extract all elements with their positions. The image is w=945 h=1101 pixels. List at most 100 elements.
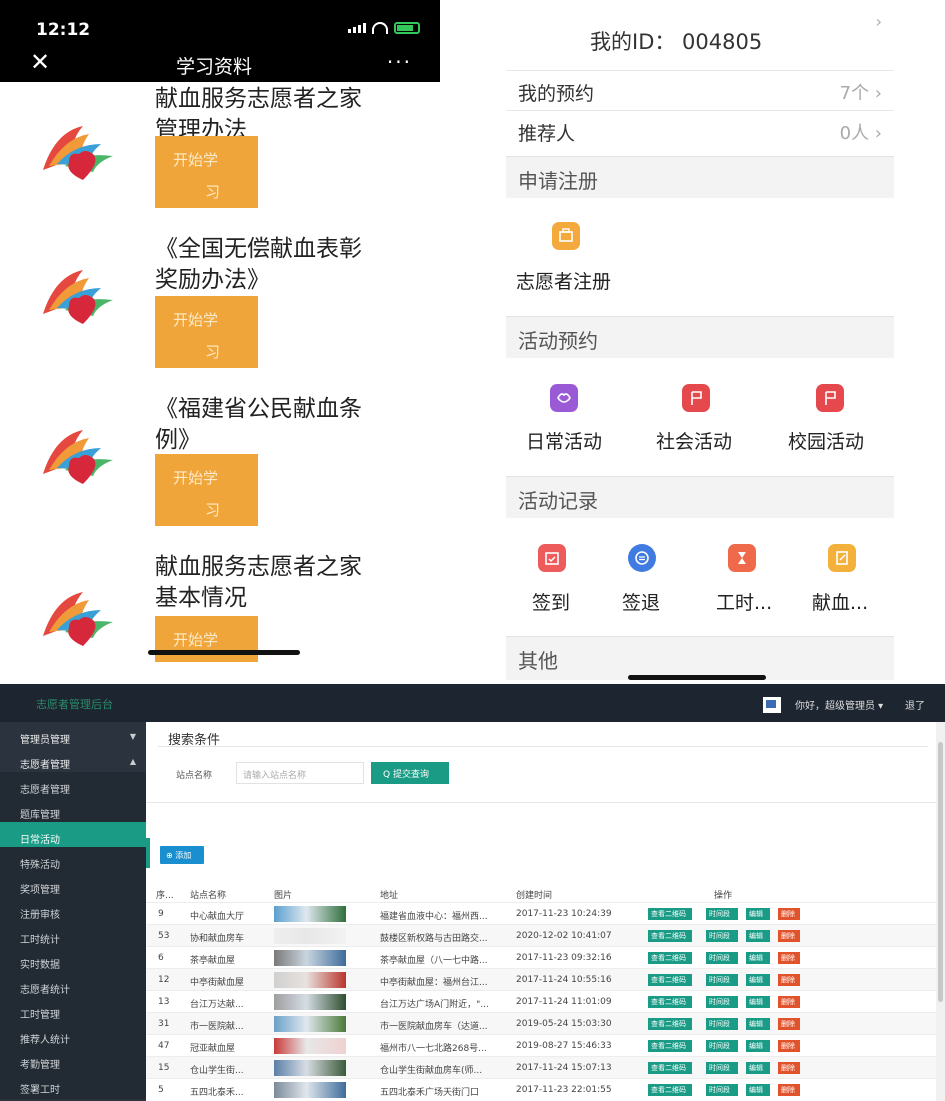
submit-query-button[interactable]: Q 提交查询 <box>371 762 449 784</box>
sidebar-item[interactable]: 特殊活动 <box>0 847 146 874</box>
status-icons <box>348 22 420 34</box>
my-bookings-row[interactable]: 我的预约 7个 › <box>506 70 894 110</box>
flag-icon[interactable] <box>682 384 710 412</box>
start-learning-button[interactable]: 开始学 习 <box>155 454 258 526</box>
sign-in-label[interactable]: 签到 <box>532 588 570 615</box>
sidebar-item[interactable]: 志愿者管理 ▲ <box>0 747 146 774</box>
start-learning-button[interactable]: 开始学 <box>155 616 258 662</box>
view-qr-button[interactable]: 查看二维码 <box>648 908 692 920</box>
delete-button[interactable]: 删除 <box>778 952 800 964</box>
time-slot-button[interactable]: 时间段 <box>706 974 738 986</box>
delete-button[interactable]: 删除 <box>778 930 800 942</box>
sidebar-item[interactable]: 奖项管理 <box>0 872 146 899</box>
time-slot-button[interactable]: 时间段 <box>706 1018 738 1030</box>
edit-button[interactable]: 编辑 <box>746 1040 770 1052</box>
edit-button[interactable]: 编辑 <box>746 1084 770 1096</box>
calendar-check-icon[interactable] <box>538 544 566 572</box>
volunteer-register-label[interactable]: 志愿者注册 <box>516 267 611 294</box>
caret-icon: ▼ <box>129 732 136 741</box>
sidebar-item-label: 工时管理 <box>20 1010 60 1021</box>
delete-button[interactable]: 删除 <box>778 996 800 1008</box>
avatar[interactable] <box>763 697 781 713</box>
time-slot-button[interactable]: 时间段 <box>706 1084 738 1096</box>
edit-button[interactable]: 编辑 <box>746 952 770 964</box>
sidebar-item-label: 考勤管理 <box>20 1060 60 1071</box>
user-menu[interactable]: 你好，超级管理员 ▾ <box>795 697 883 712</box>
list-item: 《全国无偿献血表彰 奖励办法》 开始学 习 <box>0 236 440 400</box>
sidebar-item[interactable]: 工时统计 <box>0 922 146 949</box>
view-qr-button[interactable]: 查看二维码 <box>648 952 692 964</box>
referrer-row[interactable]: 推荐人 0人 › <box>506 110 894 150</box>
sidebar-item[interactable]: 日常活动 <box>0 822 146 849</box>
edit-button[interactable]: 编辑 <box>746 930 770 942</box>
time-slot-button[interactable]: 时间段 <box>706 1062 738 1074</box>
sidebar-item[interactable]: 题库管理 <box>0 797 146 824</box>
briefcase-icon[interactable] <box>552 222 580 250</box>
volunteer-profile-screen: 我的ID： 004805 › 我的预约 7个 › 推荐人 0人 › 申请注册 志… <box>506 0 894 680</box>
delete-button[interactable]: 删除 <box>778 1062 800 1074</box>
sidebar-item[interactable]: 管理员管理 ▼ <box>0 722 146 749</box>
sidebar-item[interactable]: 实时数据 <box>0 947 146 974</box>
start-learning-button[interactable]: 开始学 习 <box>155 136 258 208</box>
sidebar-item[interactable]: 工时管理 <box>0 997 146 1024</box>
cell-created: 2019-08-27 15:46:33 <box>516 1041 612 1051</box>
edit-button[interactable]: 编辑 <box>746 1018 770 1030</box>
view-qr-button[interactable]: 查看二维码 <box>648 974 692 986</box>
home-indicator <box>628 675 766 680</box>
time-slot-button[interactable]: 时间段 <box>706 930 738 942</box>
blood-donation-label[interactable]: 献血... <box>812 588 868 615</box>
flag-icon[interactable] <box>816 384 844 412</box>
sidebar-item-label: 实时数据 <box>20 960 60 971</box>
list-icon[interactable] <box>628 544 656 572</box>
lotus-icon[interactable] <box>550 384 578 412</box>
delete-button[interactable]: 删除 <box>778 1084 800 1096</box>
sidebar-item[interactable]: 签署工时 <box>0 1072 146 1099</box>
sidebar-item[interactable]: 志愿者管理 <box>0 772 146 799</box>
profile-header[interactable]: 我的ID： 004805 › <box>506 0 894 68</box>
view-qr-button[interactable]: 查看二维码 <box>648 1084 692 1096</box>
sidebar-item[interactable]: 推荐人统计 <box>0 1022 146 1049</box>
add-button[interactable]: ⊕ 添加 <box>160 846 204 864</box>
station-name-input[interactable]: 请输入站点名称 <box>236 762 364 784</box>
delete-button[interactable]: 删除 <box>778 908 800 920</box>
brand-logo[interactable]: 志愿者管理后台 <box>0 684 148 722</box>
delete-button[interactable]: 删除 <box>778 1040 800 1052</box>
view-qr-button[interactable]: 查看二维码 <box>648 1040 692 1052</box>
edit-button[interactable]: 编辑 <box>746 908 770 920</box>
divider <box>146 802 936 803</box>
work-hours-label[interactable]: 工时... <box>716 588 772 615</box>
view-qr-button[interactable]: 查看二维码 <box>648 996 692 1008</box>
sidebar-item[interactable]: 考勤管理 <box>0 1047 146 1074</box>
button-label-line1: 开始学 <box>173 631 219 649</box>
toolbar-accent <box>146 838 150 868</box>
scrollbar[interactable] <box>936 722 945 1101</box>
time-slot-button[interactable]: 时间段 <box>706 1040 738 1052</box>
delete-button[interactable]: 删除 <box>778 1018 800 1030</box>
hourglass-icon[interactable] <box>728 544 756 572</box>
edit-button[interactable]: 编辑 <box>746 996 770 1008</box>
social-activity-label[interactable]: 社会活动 <box>656 427 732 454</box>
view-qr-button[interactable]: 查看二维码 <box>648 1062 692 1074</box>
sign-out-label[interactable]: 签退 <box>622 588 660 615</box>
table-row: 13 台江万达献... 台江万达广场A门附近，"... 2017-11-24 11:0… <box>146 990 936 1012</box>
time-slot-button[interactable]: 时间段 <box>706 996 738 1008</box>
table-row: 53 协和献血房车 鼓楼区新权路与古田路交... 2020-12-02 10:41:0… <box>146 924 936 946</box>
edit-button[interactable]: 编辑 <box>746 1062 770 1074</box>
sidebar-item-label: 签署工时 <box>20 1085 60 1096</box>
edit-note-icon[interactable] <box>828 544 856 572</box>
delete-button[interactable]: 删除 <box>778 974 800 986</box>
view-qr-button[interactable]: 查看二维码 <box>648 1018 692 1030</box>
close-icon[interactable]: ✕ <box>30 50 50 74</box>
more-options-icon[interactable]: ··· <box>387 50 412 74</box>
sidebar-item[interactable]: 志愿者统计 <box>0 972 146 999</box>
edit-button[interactable]: 编辑 <box>746 974 770 986</box>
time-slot-button[interactable]: 时间段 <box>706 908 738 920</box>
view-qr-button[interactable]: 查看二维码 <box>648 930 692 942</box>
daily-activity-label[interactable]: 日常活动 <box>526 427 602 454</box>
cell-id: 6 <box>158 953 164 963</box>
time-slot-button[interactable]: 时间段 <box>706 952 738 964</box>
campus-activity-label[interactable]: 校园活动 <box>788 427 864 454</box>
logout-link[interactable]: 退了 <box>905 697 925 712</box>
sidebar-item[interactable]: 注册审核 <box>0 897 146 924</box>
start-learning-button[interactable]: 开始学 习 <box>155 296 258 368</box>
